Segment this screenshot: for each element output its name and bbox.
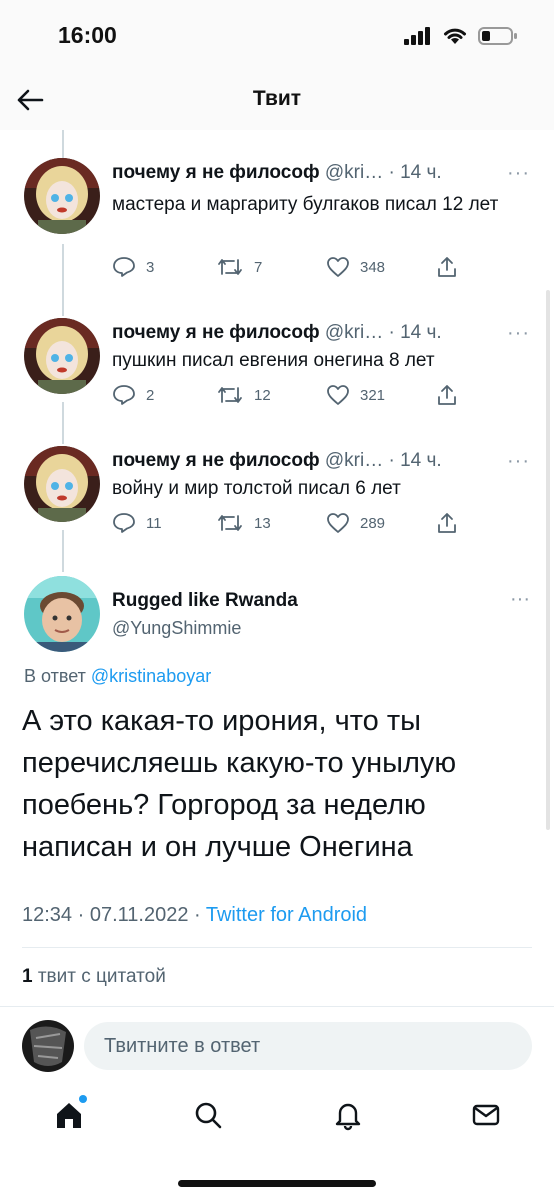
thread-tweet[interactable]: почему я не философ @kri… · 14 ч. ··· во… [0, 446, 554, 546]
reply-button[interactable]: 11 [112, 512, 162, 534]
retweet-count: 7 [254, 258, 263, 276]
reply-to-link[interactable]: @kristinaboyar [91, 666, 211, 686]
notification-dot [79, 1095, 87, 1103]
retweet-button[interactable]: 13 [216, 512, 271, 534]
reply-input[interactable] [84, 1022, 532, 1070]
tweet-header: почему я не философ @kri… · 14 ч. ··· [112, 450, 544, 476]
tab-search[interactable] [190, 1097, 226, 1133]
tweet-date: 12:34 · 07.11.2022 · [22, 904, 201, 926]
share-icon [438, 513, 456, 533]
avatar[interactable] [24, 318, 100, 394]
retweet-button[interactable]: 7 [216, 256, 262, 278]
search-icon [195, 1102, 222, 1129]
tweet-time: · 14 ч. [388, 322, 442, 343]
tweet-meta: 12:34 · 07.11.2022 · Twitter for Android [22, 904, 367, 927]
tweet-text: пушкин писал евгения онегина 8 лет [112, 350, 435, 371]
share-button[interactable] [436, 384, 458, 406]
thread-line [62, 130, 64, 160]
user-handle[interactable]: @kri… [325, 450, 383, 471]
display-name[interactable]: Rugged like Rwanda [112, 590, 298, 612]
status-bar: 16:00 [0, 0, 554, 70]
avatar[interactable] [24, 446, 100, 522]
like-count: 321 [360, 386, 386, 404]
tweet-text: войну и мир толстой писал 6 лет [112, 478, 401, 499]
divider [22, 947, 532, 948]
mail-icon [472, 1104, 500, 1126]
status-icons [404, 26, 518, 46]
tweet-actions: 2 12 321 [112, 384, 472, 412]
page-title: Твит [252, 87, 302, 110]
retweet-button[interactable]: 12 [216, 384, 271, 406]
bell-icon [335, 1103, 361, 1131]
heart-icon [327, 385, 349, 405]
avatar[interactable] [24, 576, 100, 652]
thread-tweet[interactable]: почему я не философ @kri… · 14 ч. ··· ма… [0, 158, 554, 288]
tab-messages[interactable] [468, 1097, 504, 1133]
tab-notifications[interactable] [330, 1097, 366, 1133]
home-indicator [178, 1180, 376, 1187]
tweet-time: · 14 ч. [388, 450, 442, 471]
like-count: 348 [360, 258, 386, 276]
tweet-actions: 11 13 289 [112, 512, 472, 540]
reply-button[interactable]: 3 [112, 256, 154, 278]
reply-count: 2 [146, 386, 155, 404]
heart-icon [327, 513, 349, 533]
more-options-icon[interactable]: ··· [510, 588, 530, 611]
home-icon [57, 1103, 81, 1128]
scrollbar[interactable] [546, 290, 550, 830]
tweet-header: почему я не философ @kri… · 14 ч. ··· [112, 322, 544, 348]
user-handle[interactable]: @YungShimmie [112, 618, 241, 639]
tab-bar [0, 1085, 554, 1145]
share-button[interactable] [436, 512, 458, 534]
share-icon [438, 385, 456, 405]
status-time: 16:00 [58, 22, 117, 48]
reply-button[interactable]: 2 [112, 384, 154, 406]
tweet-time: · 14 ч. [388, 162, 442, 183]
tweet-header: почему я не философ @kri… · 14 ч. ··· [112, 162, 544, 188]
comment-icon [113, 257, 135, 277]
divider [0, 1006, 554, 1007]
quote-label: твит с цитатой [37, 966, 166, 987]
more-options-icon[interactable]: ··· [507, 450, 530, 473]
reply-count: 3 [146, 258, 155, 276]
like-button[interactable]: 321 [326, 384, 385, 406]
like-button[interactable]: 348 [326, 256, 385, 278]
reply-count: 11 [146, 514, 162, 532]
retweet-icon [218, 259, 242, 275]
tweet-source-link[interactable]: Twitter for Android [206, 904, 367, 926]
tweet-actions: 3 7 348 [112, 256, 472, 284]
display-name[interactable]: почему я не философ [112, 162, 320, 183]
more-options-icon[interactable]: ··· [507, 322, 530, 345]
user-handle[interactable]: @kri… [325, 162, 383, 183]
battery-icon [478, 27, 517, 45]
user-handle[interactable]: @kri… [325, 322, 383, 343]
display-name[interactable]: почему я не философ [112, 322, 320, 343]
reply-context: В ответ @kristinaboyar [24, 666, 211, 687]
avatar[interactable] [24, 158, 100, 234]
retweet-count: 13 [254, 514, 271, 532]
thread-tweet[interactable]: почему я не философ @kri… · 14 ч. ··· пу… [0, 318, 554, 418]
wifi-icon [444, 28, 466, 44]
tweet-text: мастера и маргариту булгаков писал 12 ле… [112, 194, 499, 215]
heart-icon [327, 257, 349, 277]
like-button[interactable]: 289 [326, 512, 385, 534]
retweet-count: 12 [254, 386, 271, 404]
retweet-icon [218, 387, 242, 403]
main-tweet-text: А это какая-то ирония, что ты перечисляе… [22, 705, 457, 863]
reply-prefix: В ответ [24, 666, 86, 686]
like-count: 289 [360, 514, 386, 532]
quote-tweets-link[interactable]: 1 твит с цитатой [22, 966, 166, 988]
comment-icon [113, 513, 135, 533]
signal-icon [404, 27, 430, 45]
more-options-icon[interactable]: ··· [507, 162, 530, 185]
retweet-icon [218, 515, 242, 531]
header: Твит [0, 70, 554, 130]
share-icon [438, 257, 456, 277]
share-button[interactable] [436, 256, 458, 278]
quote-count: 1 [22, 966, 33, 987]
avatar[interactable] [22, 1020, 74, 1072]
comment-icon [113, 385, 135, 405]
tab-home[interactable] [51, 1095, 87, 1133]
display-name[interactable]: почему я не философ [112, 450, 320, 471]
